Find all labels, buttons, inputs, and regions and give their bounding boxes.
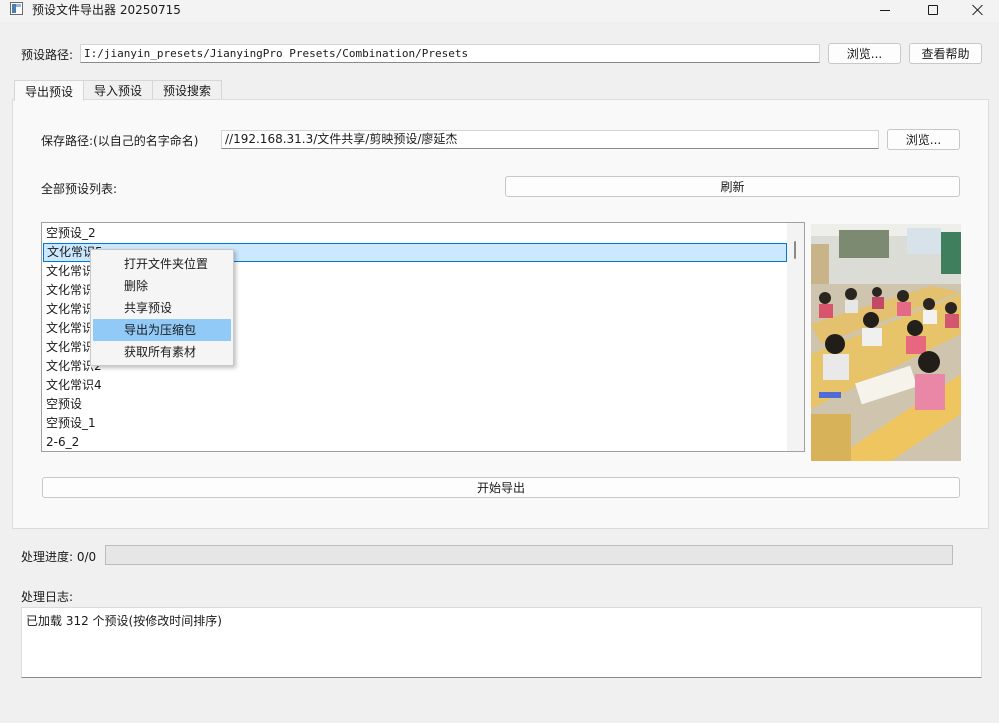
list-item[interactable]: 2-6_2 <box>46 433 79 451</box>
menu-item-share-preset[interactable]: 共享预设 <box>93 297 231 319</box>
save-path-browse-button[interactable]: 浏览... <box>887 129 960 150</box>
log-line: 已加载 312 个预设(按修改时间排序) <box>26 614 222 628</box>
list-item[interactable]: 文化常识 <box>46 262 94 281</box>
minimize-icon <box>880 9 890 11</box>
list-scrollbar[interactable] <box>787 223 804 451</box>
maximize-icon <box>928 5 938 15</box>
scrollbar-thumb[interactable] <box>794 241 796 259</box>
list-item[interactable]: 文化常识 <box>46 281 94 300</box>
list-item[interactable]: 文化常识 <box>46 319 94 338</box>
preset-list-label: 全部预设列表: <box>41 182 118 196</box>
help-button[interactable]: 查看帮助 <box>909 43 982 64</box>
progress-bar <box>105 545 953 565</box>
preset-path-label: 预设路径: <box>21 48 74 62</box>
menu-item-get-all-assets[interactable]: 获取所有素材 <box>93 341 231 363</box>
preset-path-input[interactable]: I:/jianyin_presets/JianyingPro Presets/C… <box>80 44 820 63</box>
close-button[interactable] <box>955 0 999 20</box>
tab-import-preset[interactable]: 导入预设 <box>83 80 154 100</box>
menu-item-export-zip[interactable]: 导出为压缩包 <box>93 319 231 341</box>
close-icon <box>972 4 984 16</box>
list-item[interactable]: 空预设 <box>46 395 82 414</box>
list-item[interactable]: 文化常识 <box>46 300 94 319</box>
preset-path-browse-button[interactable]: 浏览... <box>828 43 901 64</box>
menu-item-open-folder[interactable]: 打开文件夹位置 <box>93 253 231 275</box>
tab-preset-search[interactable]: 预设搜索 <box>152 80 223 100</box>
window-title: 预设文件导出器 20250715 <box>32 3 181 17</box>
save-path-label: 保存路径:(以自己的名字命名) <box>41 134 199 148</box>
list-item[interactable]: 文化常识4 <box>46 376 102 395</box>
title-bar: 预设文件导出器 20250715 <box>0 0 999 22</box>
tab-bar: 导出预设 导入预设 预设搜索 <box>14 80 223 101</box>
log-label: 处理日志: <box>21 590 74 604</box>
tab-export-preset[interactable]: 导出预设 <box>14 80 85 101</box>
minimize-button[interactable] <box>862 0 908 20</box>
context-menu: 打开文件夹位置 删除 共享预设 导出为压缩包 获取所有素材 <box>90 249 234 366</box>
progress-label: 处理进度: 0/0 <box>21 550 97 564</box>
list-item[interactable]: 文化常识 <box>46 338 94 357</box>
save-path-input[interactable]: //192.168.31.3/文件共享/剪映预设/廖延杰 <box>221 130 879 149</box>
preset-preview-image <box>811 224 961 461</box>
app-window-icon <box>10 2 23 15</box>
maximize-button[interactable] <box>910 0 956 20</box>
refresh-button[interactable]: 刷新 <box>505 176 960 197</box>
classroom-photo <box>811 224 961 461</box>
start-export-button[interactable]: 开始导出 <box>42 477 960 498</box>
log-textarea[interactable]: 已加载 312 个预设(按修改时间排序) <box>21 607 982 678</box>
list-item[interactable]: 空预设_2 <box>46 224 96 243</box>
list-item[interactable]: 空预设_1 <box>46 414 96 433</box>
menu-item-delete[interactable]: 删除 <box>93 275 231 297</box>
